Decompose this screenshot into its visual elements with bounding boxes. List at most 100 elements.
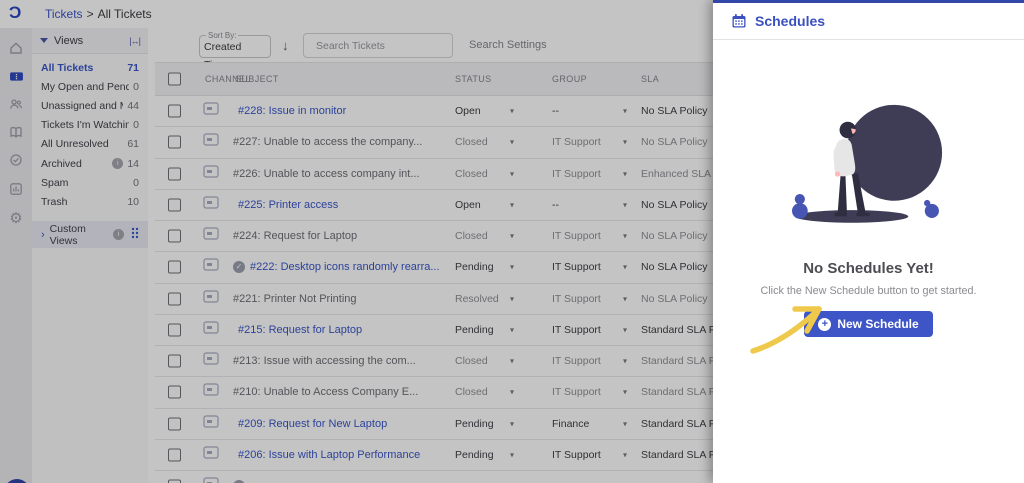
row-checkbox[interactable]	[168, 448, 181, 462]
row-checkbox[interactable]	[168, 417, 181, 431]
ticket-sla: No SLA Policy	[641, 292, 708, 305]
row-checkbox[interactable]	[168, 260, 181, 274]
group-dropdown-icon[interactable]: ▾	[623, 169, 627, 178]
group-dropdown-icon[interactable]: ▾	[623, 294, 627, 303]
select-all-checkbox[interactable]	[168, 72, 181, 86]
group-dropdown-icon[interactable]: ▾	[623, 138, 627, 147]
ticket-subject[interactable]: #221: Printer Not Printing	[233, 293, 357, 305]
ticket-subject[interactable]: #225: Printer access	[238, 199, 338, 211]
status-dropdown-icon[interactable]: ▾	[510, 357, 514, 366]
row-checkbox[interactable]	[168, 323, 181, 337]
breadcrumb-tickets-link[interactable]: Tickets	[45, 7, 83, 21]
view-item[interactable]: Unassigned and My Open i 44	[32, 96, 148, 115]
ticket-group: Finance	[552, 417, 590, 430]
customers-icon[interactable]	[8, 96, 24, 112]
status-dropdown-icon[interactable]: ▾	[510, 388, 514, 397]
column-subject: SUBJECT	[235, 74, 279, 84]
custom-views-label: Custom Views	[49, 222, 86, 247]
status-dropdown-icon[interactable]: ▾	[510, 169, 514, 178]
row-checkbox[interactable]	[168, 198, 181, 212]
ticket-subject[interactable]: #209: Request for New Laptop	[238, 418, 387, 430]
views-list: All Tickets i 71 My Open and Pending i 0…	[32, 54, 148, 212]
status-dropdown-icon[interactable]: ▾	[510, 325, 514, 334]
status-dropdown-icon[interactable]: ▾	[510, 263, 514, 272]
group-dropdown-icon[interactable]: ▾	[623, 107, 627, 116]
status-dropdown-icon[interactable]: ▾	[510, 419, 514, 428]
view-item[interactable]: Tickets I'm Watching i 0	[32, 116, 148, 135]
group-dropdown-icon[interactable]: ▾	[623, 419, 627, 428]
group-dropdown-icon[interactable]: ▾	[623, 388, 627, 397]
group-dropdown-icon[interactable]: ▾	[623, 263, 627, 272]
search-box[interactable]	[303, 33, 453, 58]
status-dropdown-icon[interactable]: ▾	[510, 450, 514, 459]
apps-grid-icon[interactable]	[131, 226, 139, 244]
view-item-label: All Unresolved	[41, 138, 109, 151]
row-checkbox[interactable]	[168, 292, 181, 306]
view-item[interactable]: Spam i 0	[32, 173, 148, 192]
schedules-panel-header: Schedules	[713, 3, 1024, 40]
group-dropdown-icon[interactable]: ▾	[623, 232, 627, 241]
channel-web-form-icon	[203, 415, 219, 433]
chevron-down-icon	[40, 38, 48, 43]
status-dropdown-icon[interactable]: ▾	[510, 138, 514, 147]
home-icon[interactable]	[8, 40, 24, 56]
tickets-icon[interactable]	[8, 68, 24, 84]
view-item[interactable]: Trash i 10	[32, 192, 148, 211]
group-dropdown-icon[interactable]: ▾	[623, 325, 627, 334]
desk-logo-icon[interactable]: Ɔ	[9, 3, 21, 23]
ticket-subject[interactable]: #213: Issue with accessing the com...	[233, 355, 416, 367]
status-dropdown-icon[interactable]: ▾	[510, 107, 514, 116]
view-item[interactable]: My Open and Pending i 0	[32, 77, 148, 96]
search-input[interactable]	[316, 39, 451, 52]
status-dropdown-icon[interactable]: ▾	[510, 294, 514, 303]
ticket-subject[interactable]: #228: Issue in monitor	[238, 105, 346, 117]
ticket-subject[interactable]: #224: Request for Laptop	[233, 230, 357, 242]
community-icon[interactable]	[8, 152, 24, 168]
row-checkbox[interactable]	[168, 229, 181, 243]
row-checkbox[interactable]	[168, 479, 181, 483]
view-item[interactable]: All Tickets i 71	[32, 58, 148, 77]
collapse-expand-icon[interactable]: |↔|	[129, 36, 141, 46]
info-icon: i	[112, 158, 124, 170]
sort-by-dropdown[interactable]: Sort By: Created Time ▾	[199, 31, 271, 71]
analytics-icon[interactable]	[8, 181, 24, 197]
column-group: GROUP	[552, 74, 588, 84]
custom-views-row[interactable]: › Custom Views i	[32, 221, 148, 248]
ticket-subject[interactable]: #227: Unable to access the company...	[233, 136, 422, 148]
group-dropdown-icon[interactable]: ▾	[623, 450, 627, 459]
knowledge-base-icon[interactable]	[8, 124, 24, 140]
sidebar-scrollbar[interactable]	[148, 28, 155, 483]
row-checkbox[interactable]	[168, 135, 181, 149]
ticket-subject[interactable]: #215: Request for Laptop	[238, 324, 362, 336]
ticket-subject[interactable]: #206: Issue with Laptop Performance	[238, 449, 420, 461]
ticket-group: IT Support	[552, 230, 601, 243]
view-item[interactable]: Archived i 14	[32, 154, 148, 173]
chevron-right-icon: ›	[41, 228, 45, 241]
ticket-subject[interactable]: #210: Unable to Access Company E...	[233, 386, 418, 398]
setup-gear-icon[interactable]: ⚙	[8, 210, 24, 226]
row-checkbox[interactable]	[168, 104, 181, 118]
group-dropdown-icon[interactable]: ▾	[623, 200, 627, 209]
ticket-subject[interactable]: #222: Desktop icons randomly rearra...	[250, 261, 440, 273]
status-dropdown-icon[interactable]: ▾	[510, 200, 514, 209]
row-checkbox[interactable]	[168, 354, 181, 368]
status-dropdown-icon[interactable]: ▾	[510, 232, 514, 241]
row-checkbox[interactable]	[168, 167, 181, 181]
view-item[interactable]: All Unresolved i 61	[32, 135, 148, 154]
ticket-status: Pending	[455, 323, 494, 336]
ticket-subject[interactable]: #226: Unable to access company int...	[233, 168, 420, 180]
views-header[interactable]: Views |↔|	[32, 28, 148, 54]
new-schedule-button-label: New Schedule	[837, 317, 919, 331]
breadcrumb: Tickets > All Tickets	[45, 7, 152, 21]
channel-web-form-icon	[203, 477, 219, 483]
channel-web-form-icon	[203, 165, 219, 183]
chat-bubble-icon[interactable]	[4, 479, 30, 483]
view-item-count: 0	[133, 176, 139, 189]
ticket-group: --	[552, 105, 559, 118]
resolved-check-icon: ✓	[233, 261, 245, 274]
view-item-count: 14	[127, 157, 139, 170]
row-checkbox[interactable]	[168, 385, 181, 399]
group-dropdown-icon[interactable]: ▾	[623, 357, 627, 366]
sort-direction-icon[interactable]: ↓	[282, 38, 289, 53]
search-settings-link[interactable]: Search Settings	[469, 39, 547, 51]
